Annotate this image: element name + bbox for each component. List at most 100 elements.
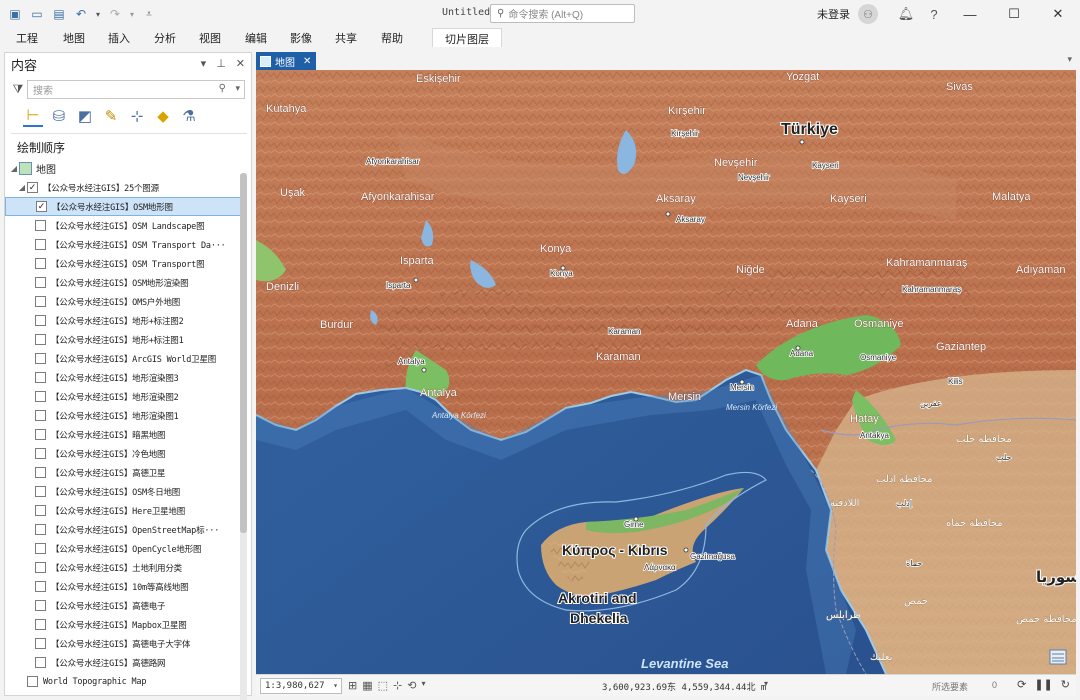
close-window-button[interactable]: ✕	[1036, 0, 1080, 28]
basemap-visibility-checkbox[interactable]	[27, 676, 38, 687]
layer-row[interactable]: 【公众号水经注GIS】地形+标注图1	[5, 330, 241, 349]
signin-status[interactable]: 未登录	[817, 6, 850, 22]
redo-icon[interactable]: ↷	[106, 5, 124, 23]
perspective-view-icon[interactable]: ⚗	[179, 105, 199, 127]
drawing-order-view-icon[interactable]: ⊢	[23, 105, 43, 127]
layer-visibility-checkbox[interactable]	[35, 372, 46, 383]
labeling-view-icon[interactable]: ◆	[153, 105, 173, 127]
coordinate-format-icon[interactable]: ⊹	[393, 679, 402, 692]
layer-row[interactable]: 【公众号水经注GIS】高德路网	[5, 653, 241, 672]
refresh-icon[interactable]: ⟳	[1017, 678, 1026, 691]
layer-visibility-checkbox[interactable]	[35, 391, 46, 402]
open-project-icon[interactable]: ▭	[28, 5, 46, 23]
layer-row[interactable]: 【公众号水经注GIS】高德卫星	[5, 463, 241, 482]
undo-dropdown-icon[interactable]: ▾	[94, 5, 102, 23]
layer-visibility-checkbox[interactable]	[35, 619, 46, 630]
pin-icon[interactable]: ⊥	[216, 57, 226, 70]
rotation-icon[interactable]: ⟲	[407, 679, 416, 692]
tab-insert[interactable]: 插入	[108, 30, 130, 46]
layer-visibility-checkbox[interactable]	[35, 410, 46, 421]
close-pane-icon[interactable]: ✕	[236, 57, 245, 70]
layer-visibility-checkbox[interactable]	[35, 353, 46, 364]
chevron-down-icon[interactable]: ▾	[421, 679, 425, 692]
layer-row[interactable]: 【公众号水经注GIS】冷色地图	[5, 444, 241, 463]
layer-row[interactable]: 【公众号水经注GIS】地形渲染图3	[5, 368, 241, 387]
layer-row[interactable]: 【公众号水经注GIS】地形渲染图2	[5, 387, 241, 406]
layer-row[interactable]: 【公众号水经注GIS】10m等高线地图	[5, 577, 241, 596]
tree-map-node[interactable]: ◢ 地图	[5, 159, 241, 178]
chevron-down-icon[interactable]: ▾	[333, 681, 338, 690]
layer-visibility-checkbox[interactable]	[35, 429, 46, 440]
filter-icon[interactable]: ⧩	[9, 82, 27, 97]
data-source-view-icon[interactable]: ⛁	[49, 105, 69, 127]
chevron-down-icon[interactable]: ▾	[235, 83, 240, 94]
scale-selector[interactable]: 1:3,980,627 ▾	[260, 678, 342, 694]
layer-visibility-checkbox[interactable]	[35, 239, 46, 250]
group-visibility-checkbox[interactable]: ✓	[27, 182, 38, 193]
tree-group-node[interactable]: ◢ ✓ 【公众号水经注GIS】25个图源	[5, 178, 241, 197]
editing-view-icon[interactable]: ✎	[101, 105, 121, 127]
layer-visibility-checkbox[interactable]	[35, 638, 46, 649]
layer-visibility-checkbox[interactable]	[35, 657, 46, 668]
tab-share[interactable]: 共享	[335, 30, 357, 46]
collapse-caret-icon[interactable]: ◢	[17, 183, 27, 192]
layer-visibility-checkbox[interactable]	[35, 277, 46, 288]
layer-visibility-checkbox[interactable]	[35, 524, 46, 535]
layer-row[interactable]: 【公众号水经注GIS】高德电子	[5, 596, 241, 615]
selection-view-icon[interactable]: ◩	[75, 105, 95, 127]
tab-imagery[interactable]: 影像	[290, 30, 312, 46]
refresh-map-icon[interactable]: ↻	[1061, 678, 1070, 691]
layer-row[interactable]: 【公众号水经注GIS】OSM Landscape图	[5, 216, 241, 235]
tab-map[interactable]: 地图	[63, 30, 85, 46]
map-canvas[interactable]: Eskişehir Yozgat Sivas Kütahya Kırşehir …	[256, 70, 1076, 674]
map-rendering[interactable]: Eskişehir Yozgat Sivas Kütahya Kırşehir …	[256, 70, 1076, 674]
layer-visibility-checkbox[interactable]	[35, 543, 46, 554]
layer-row[interactable]: 【公众号水经注GIS】OSM地形渲染图	[5, 273, 241, 292]
layer-row[interactable]: 【公众号水经注GIS】OSM冬日地图	[5, 482, 241, 501]
layer-row[interactable]: 【公众号水经注GIS】Mapbox卫星图	[5, 615, 241, 634]
tree-basemap-node[interactable]: World Topographic Map	[5, 672, 241, 691]
tab-analysis[interactable]: 分析	[154, 30, 176, 46]
maximize-button[interactable]: ☐	[992, 0, 1036, 28]
layer-row[interactable]: 【公众号水经注GIS】OSM Transport Da···	[5, 235, 241, 254]
pane-options-icon[interactable]: ▾	[201, 57, 207, 70]
command-search-input[interactable]: ⚲ 命令搜索 (Alt+Q)	[490, 4, 635, 23]
new-project-icon[interactable]: ▣	[6, 5, 24, 23]
layer-row[interactable]: 【公众号水经注GIS】地形渲染图1	[5, 406, 241, 425]
tab-project[interactable]: 工程	[16, 30, 38, 46]
tab-view[interactable]: 视图	[199, 30, 221, 46]
layer-row[interactable]: 【公众号水经注GIS】高德电子大字体	[5, 634, 241, 653]
notification-bell-icon[interactable]: 🔔︎	[892, 6, 920, 22]
map-view-tab[interactable]: 地图 ✕	[256, 52, 316, 70]
contents-search-input[interactable]: 搜索 ⚲ ▾	[27, 79, 245, 99]
layer-row[interactable]: 【公众号水经注GIS】OMS户外地图	[5, 292, 241, 311]
collapse-caret-icon[interactable]: ◢	[9, 164, 19, 173]
grid-icon[interactable]: ▦	[362, 679, 372, 692]
layer-visibility-checkbox[interactable]	[35, 258, 46, 269]
layer-visibility-checkbox[interactable]	[35, 296, 46, 307]
basemap-gallery-icon[interactable]	[1049, 649, 1067, 665]
layer-visibility-checkbox[interactable]	[35, 562, 46, 573]
redo-dropdown-icon[interactable]: ▾	[128, 5, 136, 23]
contents-scrollbar[interactable]	[240, 173, 247, 700]
coordinate-units-dropdown-icon[interactable]: ▾	[764, 679, 768, 688]
tab-tile-layer[interactable]: 切片图层	[432, 28, 502, 47]
layer-visibility-checkbox[interactable]	[35, 315, 46, 326]
undo-icon[interactable]: ↶	[72, 5, 90, 23]
layer-row[interactable]: 【公众号水经注GIS】Here卫星地图	[5, 501, 241, 520]
minimize-button[interactable]: —	[948, 0, 992, 28]
layer-visibility-checkbox[interactable]	[35, 220, 46, 231]
layer-visibility-checkbox[interactable]	[35, 486, 46, 497]
customize-icon[interactable]: ⩡	[140, 5, 158, 23]
layer-row[interactable]: 【公众号水经注GIS】OpenStreetMap标···	[5, 520, 241, 539]
layer-visibility-checkbox[interactable]	[35, 581, 46, 592]
layer-row[interactable]: 【公众号水经注GIS】OSM Transport图	[5, 254, 241, 273]
layer-visibility-checkbox[interactable]: ✓	[36, 201, 47, 212]
fixed-zoom-icon[interactable]: ⊞	[348, 679, 357, 692]
pause-drawing-icon[interactable]: ❚❚	[1034, 678, 1052, 691]
scrollbar-thumb[interactable]	[240, 173, 247, 533]
help-icon[interactable]: ?	[920, 7, 948, 22]
layer-row[interactable]: 【公众号水经注GIS】ArcGIS World卫星图	[5, 349, 241, 368]
layer-row[interactable]: ✓ 【公众号水经注GIS】OSM地形图	[5, 197, 241, 216]
snapping-view-icon[interactable]: ⊹	[127, 105, 147, 127]
